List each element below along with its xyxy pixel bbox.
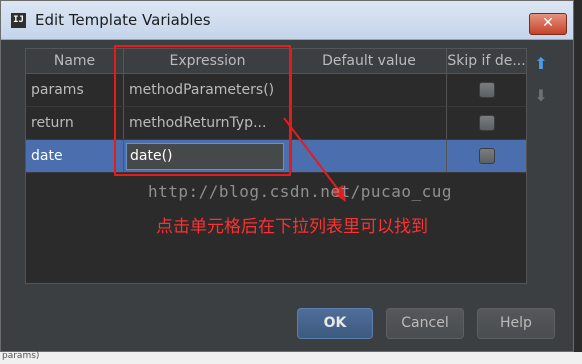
watermark-text: http://blog.csdn.net/pucao_cug <box>148 182 452 201</box>
annotation-note: 点击单元格后在下拉列表里可以找到 <box>156 217 428 237</box>
background-text: params) <box>2 351 40 361</box>
background-editor-strip: params) <box>0 351 582 364</box>
